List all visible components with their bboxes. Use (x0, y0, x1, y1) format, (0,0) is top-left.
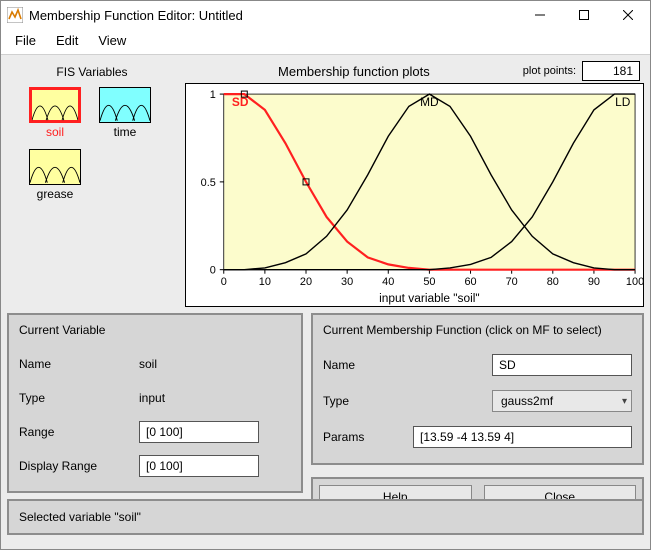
cv-drange-label: Display Range (19, 459, 139, 473)
cv-range-label: Range (19, 425, 139, 439)
minimize-button[interactable] (518, 1, 562, 29)
cv-name-value: soil (139, 357, 157, 371)
current-mf-title: Current Membership Function (click on MF… (323, 323, 632, 337)
svg-text:0: 0 (210, 265, 216, 277)
svg-text:LD: LD (615, 95, 631, 109)
plot-panel: Membership function plots plot points: 0… (185, 61, 644, 307)
svg-text:0: 0 (221, 276, 227, 288)
fis-var-soil-icon (29, 87, 81, 123)
mf-name-input[interactable] (492, 354, 632, 376)
svg-text:50: 50 (423, 276, 435, 288)
plot-points-label: plot points: (523, 65, 576, 77)
fis-variables-title: FIS Variables (56, 65, 127, 79)
svg-text:10: 10 (259, 276, 271, 288)
app-icon (7, 7, 23, 23)
title-bar: Membership Function Editor: Untitled (1, 1, 650, 29)
fis-var-grease-label: grease (37, 187, 74, 201)
chevron-down-icon: ▾ (622, 396, 627, 407)
fis-var-time-label: time (114, 125, 137, 139)
cv-name-label: Name (19, 357, 139, 371)
svg-text:100: 100 (626, 276, 643, 288)
menu-bar: File Edit View (1, 29, 650, 55)
fis-var-soil-label: soil (46, 125, 64, 139)
svg-text:0.5: 0.5 (201, 177, 216, 189)
maximize-button[interactable] (562, 1, 606, 29)
current-mf-panel: Current Membership Function (click on MF… (311, 313, 644, 465)
svg-text:70: 70 (506, 276, 518, 288)
svg-text:80: 80 (547, 276, 559, 288)
fis-var-time[interactable]: time (95, 87, 155, 139)
svg-text:SD: SD (232, 95, 249, 109)
svg-text:MD: MD (420, 95, 439, 109)
fis-var-time-icon (99, 87, 151, 123)
mf-type-select[interactable]: gauss2mf ▾ (492, 390, 632, 412)
plot-title: Membership function plots (185, 64, 523, 79)
menu-view[interactable]: View (94, 31, 130, 50)
window-title: Membership Function Editor: Untitled (29, 8, 518, 23)
fis-var-grease[interactable]: grease (25, 149, 85, 201)
mf-name-label: Name (323, 358, 413, 372)
status-bar: Selected variable "soil" (7, 499, 644, 535)
status-text: Selected variable "soil" (19, 510, 141, 524)
mf-type-value: gauss2mf (501, 394, 553, 408)
svg-text:input variable "soil": input variable "soil" (379, 291, 479, 305)
menu-file[interactable]: File (11, 31, 40, 50)
mf-params-input[interactable] (413, 426, 632, 448)
mf-plot[interactable]: 0 10 20 30 40 50 60 70 80 90 100 0 0.5 1 input variabl… (185, 83, 644, 307)
svg-text:20: 20 (300, 276, 312, 288)
fis-variables-panel: FIS Variables soil time (7, 61, 177, 307)
menu-edit[interactable]: Edit (52, 31, 82, 50)
svg-text:90: 90 (588, 276, 600, 288)
mf-type-label: Type (323, 394, 413, 408)
cv-drange-input[interactable] (139, 455, 259, 477)
svg-text:60: 60 (464, 276, 476, 288)
cv-type-label: Type (19, 391, 139, 405)
fis-var-soil[interactable]: soil (25, 87, 85, 139)
current-variable-panel: Current Variable Name soil Type input Ra… (7, 313, 303, 493)
window-controls (518, 1, 650, 29)
cv-range-input[interactable] (139, 421, 259, 443)
svg-text:30: 30 (341, 276, 353, 288)
mf-params-label: Params (323, 430, 413, 444)
close-window-button[interactable] (606, 1, 650, 29)
cv-type-value: input (139, 391, 165, 405)
plot-points-input[interactable] (582, 61, 640, 81)
fis-var-grease-icon (29, 149, 81, 185)
current-variable-title: Current Variable (19, 323, 291, 337)
svg-text:1: 1 (210, 89, 216, 101)
svg-text:40: 40 (382, 276, 394, 288)
